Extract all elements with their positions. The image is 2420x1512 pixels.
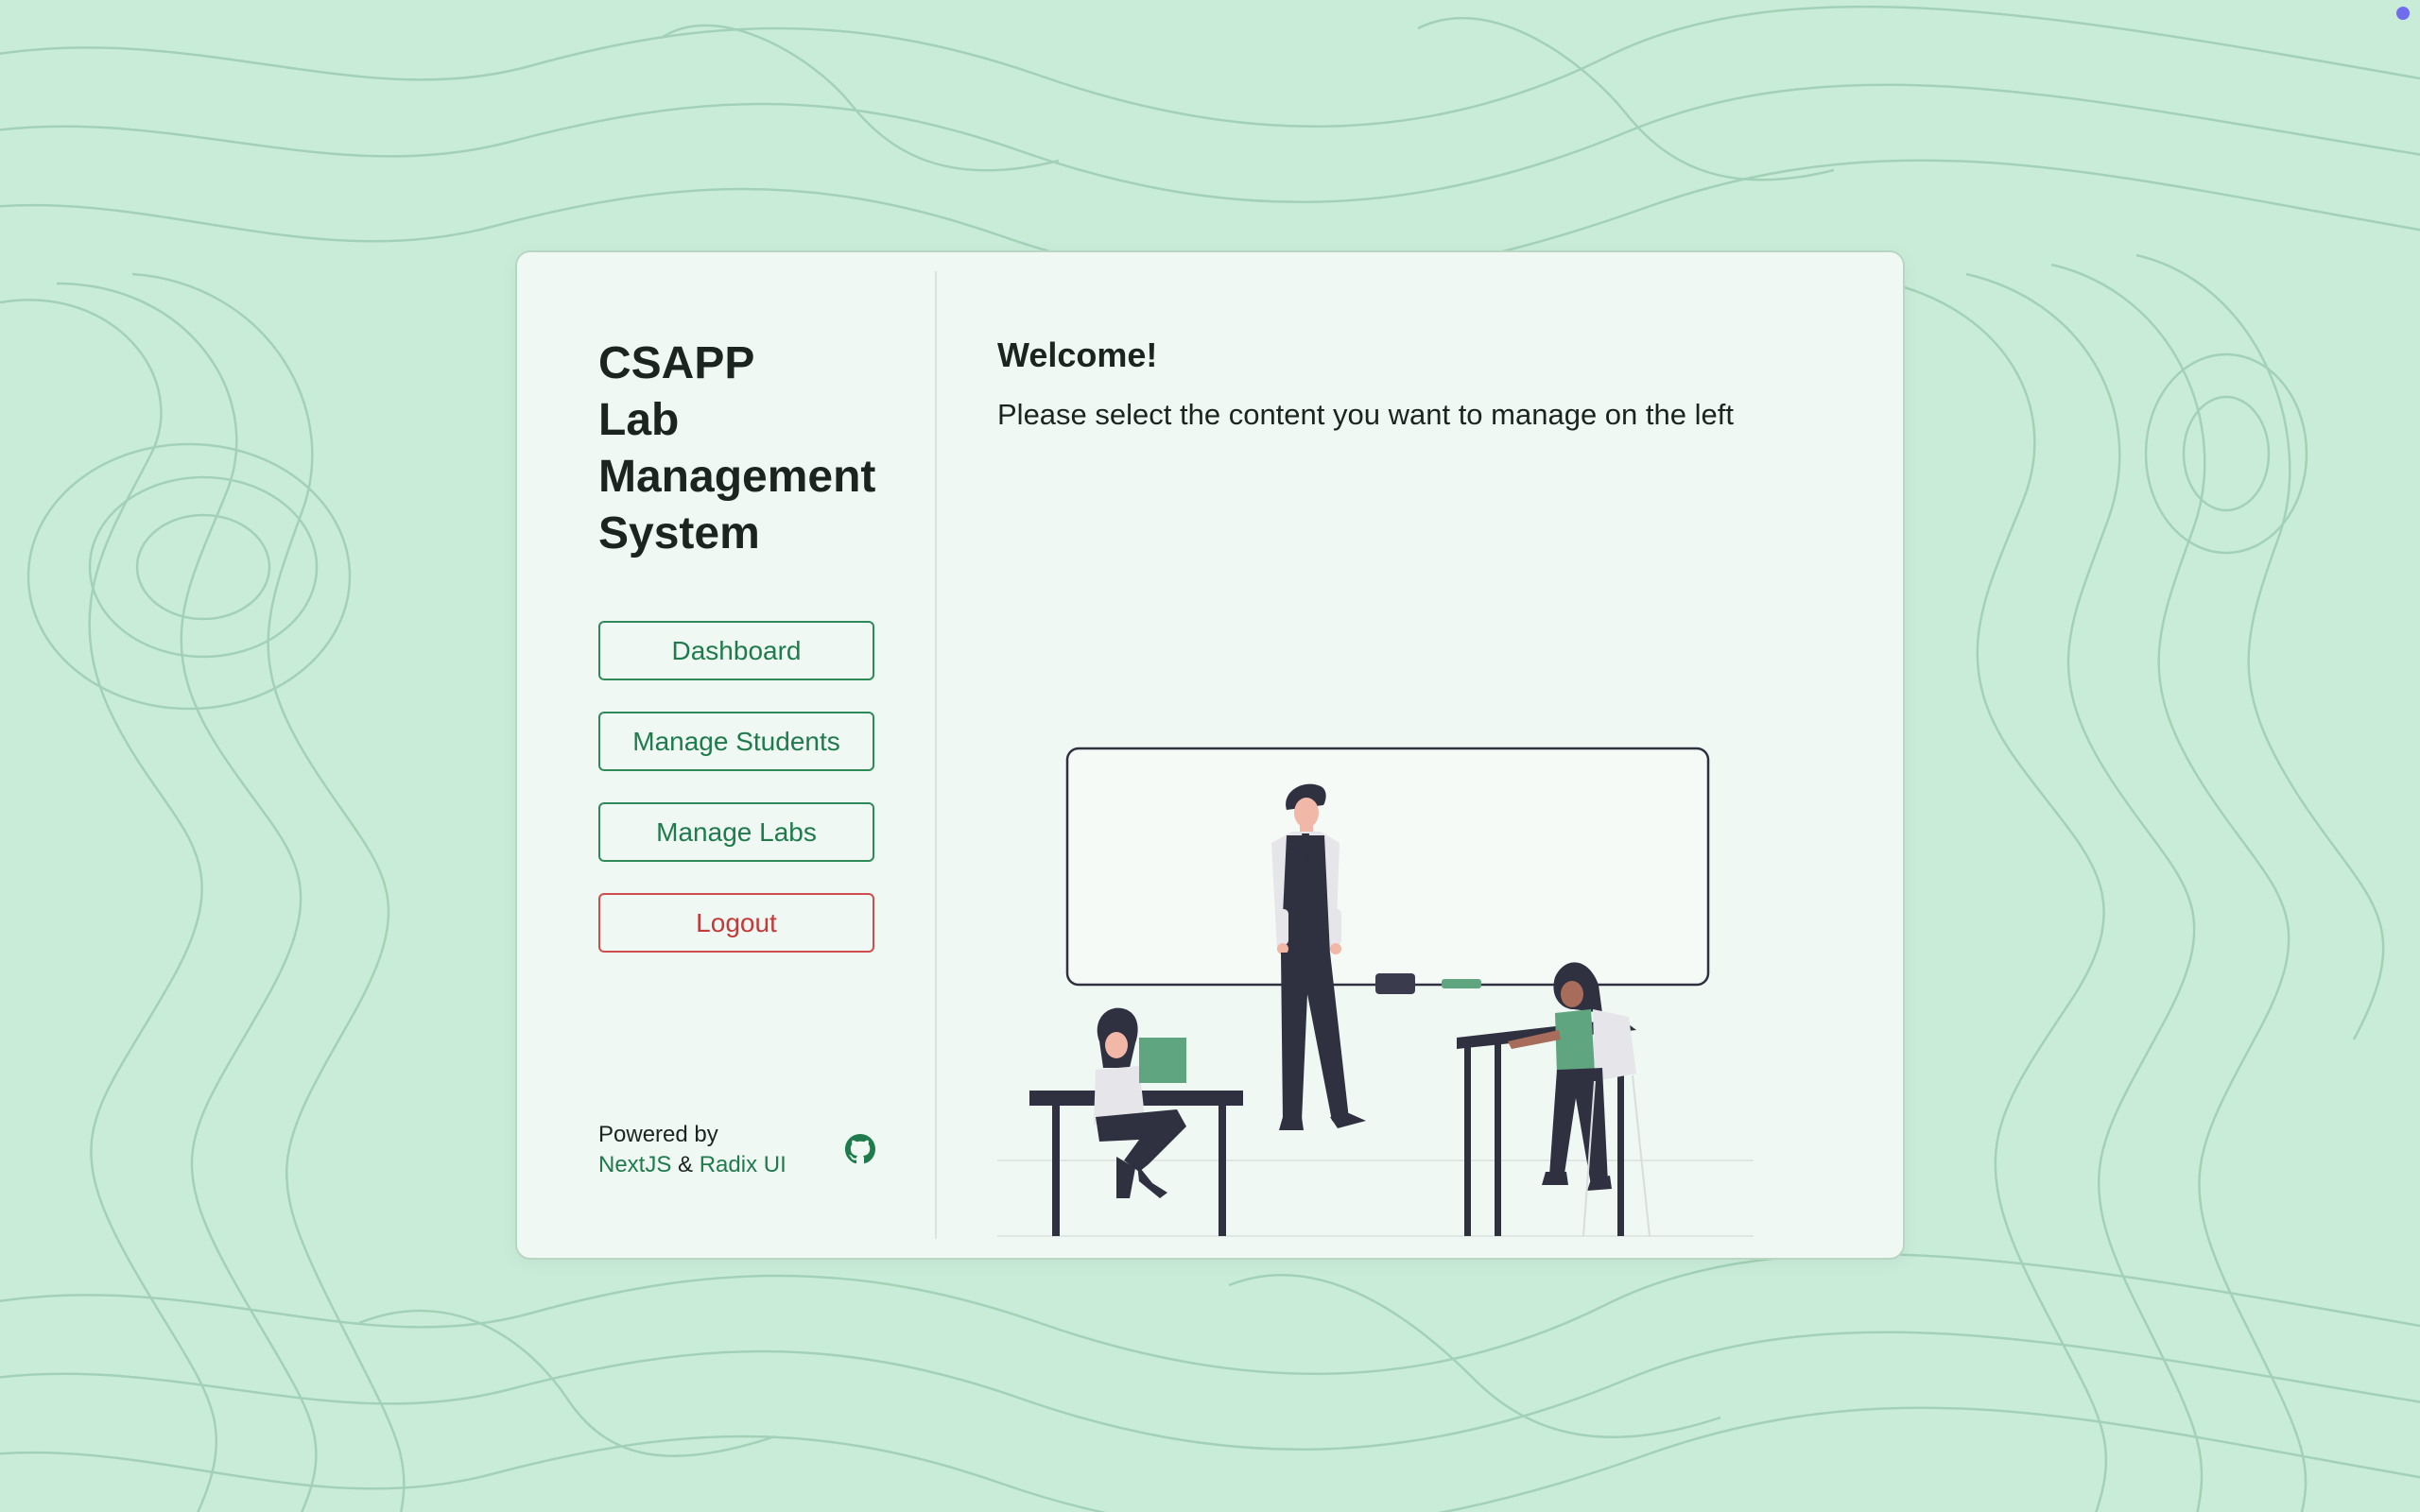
and-separator: & — [678, 1152, 694, 1177]
dashboard-button[interactable]: Dashboard — [598, 621, 874, 680]
powered-by-label: Powered by — [598, 1122, 718, 1147]
radix-ui-link[interactable]: Radix UI — [700, 1152, 786, 1177]
left-student-figure — [1029, 1007, 1243, 1236]
github-icon[interactable] — [845, 1134, 875, 1164]
status-dot — [2396, 7, 2410, 20]
manage-labs-button[interactable]: Manage Labs — [598, 802, 874, 862]
welcome-heading: Welcome! — [997, 335, 1158, 374]
nextjs-link[interactable]: NextJS — [598, 1152, 671, 1177]
app-title-line: Lab — [598, 395, 680, 445]
classroom-illustration — [997, 747, 1754, 1237]
app-title-line: System — [598, 508, 760, 558]
app-title: CSAPP Lab Management System — [598, 335, 910, 562]
sidebar-divider — [935, 271, 937, 1239]
app-title-line: Management — [598, 452, 876, 502]
right-student-figure — [1457, 962, 1651, 1237]
welcome-subtitle: Please select the content you want to ma… — [997, 398, 1734, 431]
app-title-line: CSAPP — [598, 338, 755, 388]
manage-students-button[interactable]: Manage Students — [598, 712, 874, 771]
main-card: CSAPP Lab Management System Dashboard Ma… — [515, 250, 1905, 1260]
footer-credits: Powered by NextJS & Radix UI — [598, 1120, 786, 1180]
logout-button[interactable]: Logout — [598, 893, 874, 953]
